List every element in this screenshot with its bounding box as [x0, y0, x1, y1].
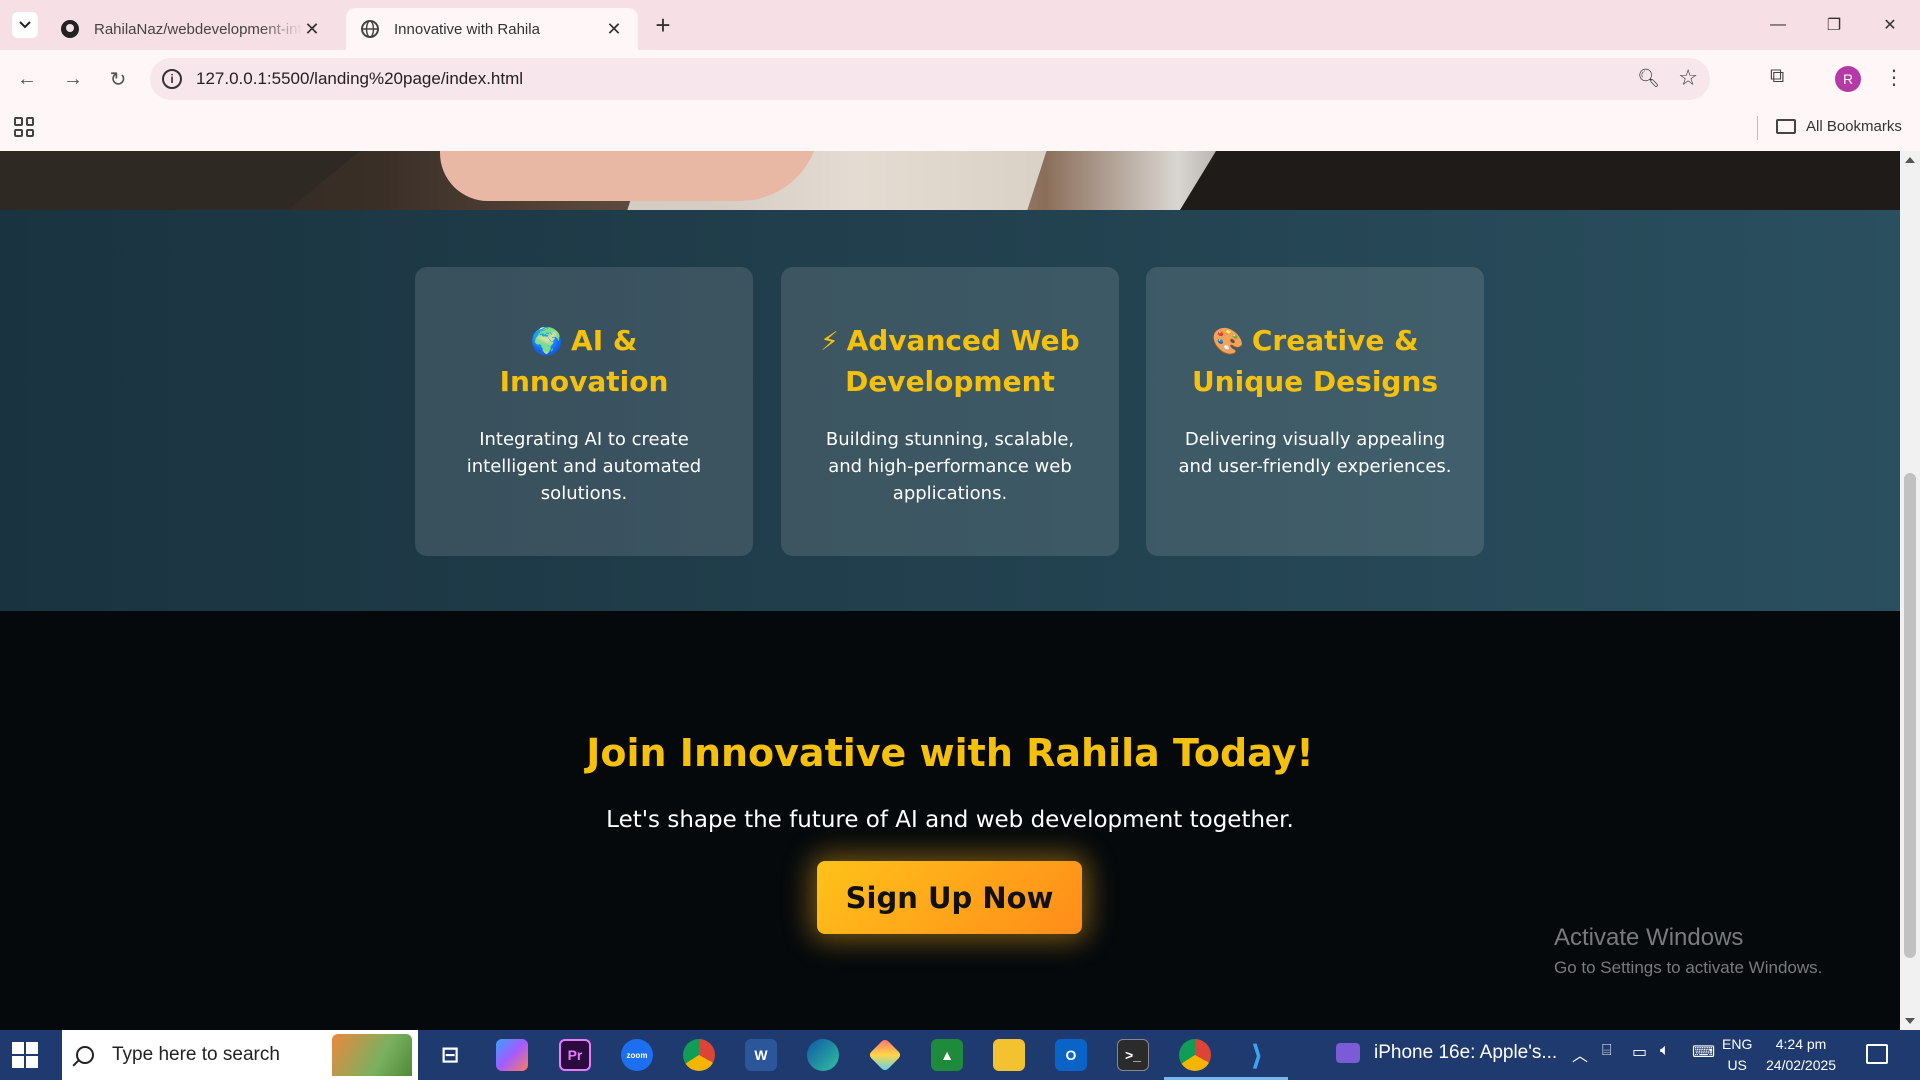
windows-start-icon[interactable] [12, 1042, 38, 1068]
all-bookmarks-button[interactable]: All Bookmarks [1776, 118, 1902, 135]
tab-title: Innovative with Rahila [394, 20, 540, 38]
feature-description: Building stunning, scalable, and high-pe… [825, 429, 1075, 504]
network-icon[interactable]: ⌸ [1602, 1042, 1612, 1060]
apps-grid-icon[interactable] [14, 117, 34, 137]
media-play-icon [1336, 1043, 1360, 1063]
search-highlight-image [332, 1034, 412, 1076]
feature-title: ⚡ Advanced Web Development [820, 324, 1080, 398]
close-tab-icon[interactable]: ✕ [302, 19, 322, 39]
hero-image [0, 151, 1900, 211]
feature-card: 🌍 AI & Innovation Integrating AI to creat… [415, 267, 753, 556]
input-icon[interactable]: ⌨︎ [1692, 1042, 1715, 1062]
notification-icon[interactable] [1866, 1044, 1888, 1064]
minimize-icon[interactable]: — [1758, 10, 1798, 40]
volume-icon[interactable]: 🔈︎ [1660, 1042, 1670, 1060]
chevron-up-icon[interactable]: ︿ [1572, 1042, 1588, 1066]
close-window-icon[interactable]: ✕ [1870, 10, 1910, 40]
profile-avatar[interactable]: R [1835, 66, 1861, 92]
premiere-pro-icon[interactable]: Pr [559, 1039, 591, 1071]
word-icon[interactable]: W [745, 1039, 777, 1071]
media-widget[interactable]: iPhone 16e: Apple's... [1336, 1042, 1557, 1064]
bookmark-star-icon[interactable]: ☆ [1678, 65, 1698, 91]
tab-github[interactable]: RahilaNaz/webdevelopment-internship ✕ [46, 8, 336, 50]
reload-icon[interactable]: ↻ [103, 64, 133, 94]
edge-icon[interactable] [807, 1039, 839, 1071]
globe-icon [360, 19, 380, 39]
time-text: 4:24 pm [1775, 1036, 1827, 1052]
address-bar[interactable]: i 127.0.0.1:5500/landing%20page/index.ht… [150, 58, 1710, 100]
clock[interactable]: 4:24 pm 24/02/2025 [1766, 1034, 1836, 1076]
bookmarks-bar: All Bookmarks [0, 108, 1920, 151]
forward-icon[interactable]: → [58, 64, 88, 94]
features-section: 🌍 AI & Innovation Integrating AI to creat… [0, 210, 1900, 611]
chevron-down-icon [19, 21, 31, 29]
url-text[interactable]: 127.0.0.1:5500/landing%20page/index.html [196, 69, 523, 89]
feature-description: Integrating AI to create intelligent and… [466, 429, 702, 504]
close-tab-icon[interactable]: ✕ [604, 19, 624, 39]
feature-title: 🌍 AI & Innovation [499, 324, 669, 398]
language-indicator[interactable]: ENG US [1722, 1034, 1752, 1076]
search-icon [76, 1046, 94, 1064]
chrome-active-icon[interactable] [1179, 1039, 1211, 1071]
lightning-icon: ⚡ [820, 327, 839, 357]
back-icon[interactable]: ← [12, 64, 42, 94]
battery-icon[interactable]: ▭ [1632, 1042, 1647, 1062]
vscode-icon[interactable]: ⟩ [1241, 1039, 1273, 1071]
folder-icon [1776, 119, 1796, 134]
globe-icon: 🌍 [530, 327, 564, 357]
restore-icon[interactable]: ❐ [1814, 10, 1854, 40]
media-title: iPhone 16e: Apple's... [1374, 1042, 1558, 1063]
terminal-icon[interactable]: >_ [1117, 1039, 1149, 1071]
cta-heading: Join Innovative with Rahila Today! [586, 731, 1314, 775]
copilot-icon[interactable] [496, 1039, 528, 1071]
zoom-icon[interactable]: zoom [621, 1039, 653, 1071]
divider [1757, 116, 1758, 140]
outlook-icon[interactable]: O [1055, 1039, 1087, 1071]
browser-toolbar: ← → ↻ i 127.0.0.1:5500/landing%20page/in… [0, 50, 1920, 108]
menu-icon[interactable]: ⋮ [1884, 65, 1904, 90]
page-viewport: 🌍 AI & Innovation Integrating AI to creat… [0, 151, 1900, 1030]
windows-taskbar: Type here to search ⊟ Pr zoom W ▲ O >_ ⟩… [0, 1030, 1920, 1080]
photos-icon[interactable]: ▲ [931, 1039, 963, 1071]
file-explorer-icon[interactable] [993, 1039, 1025, 1071]
chrome-icon[interactable] [683, 1039, 715, 1071]
tab-search-button[interactable] [12, 12, 38, 38]
scroll-thumb[interactable] [1904, 473, 1916, 958]
sign-up-button[interactable]: Sign Up Now [817, 861, 1082, 934]
task-view-icon[interactable]: ⊟ [434, 1039, 466, 1071]
feature-title: 🎨 Creative & Unique Designs [1191, 324, 1439, 398]
date-text: 24/02/2025 [1766, 1057, 1837, 1073]
app-diamond-icon[interactable] [868, 1038, 902, 1072]
taskbar-search[interactable]: Type here to search [62, 1030, 418, 1080]
palette-icon: 🎨 [1211, 327, 1244, 357]
feature-card: 🎨 Creative & Unique Designs Delivering vi… [1146, 267, 1484, 556]
feature-card: ⚡ Advanced Web Development Building stunn… [781, 267, 1119, 556]
github-icon [60, 19, 80, 39]
tab-active[interactable]: Innovative with Rahila ✕ [346, 8, 638, 50]
all-bookmarks-label: All Bookmarks [1806, 118, 1902, 135]
tab-strip: RahilaNaz/webdevelopment-internship ✕ In… [0, 0, 1920, 50]
scroll-down-arrow[interactable] [1905, 1018, 1915, 1024]
cta-subtext: Let's shape the future of AI and web dev… [606, 807, 1294, 833]
feature-description: Delivering visually appealing and user-f… [1178, 429, 1452, 477]
tab-title: RahilaNaz/webdevelopment-internship [94, 20, 302, 38]
extensions-icon[interactable]: ⧉ [1770, 65, 1784, 88]
activate-windows-watermark: Activate Windows Go to Settings to activ… [1554, 924, 1823, 977]
scroll-up-arrow[interactable] [1905, 157, 1915, 163]
page-scrollbar[interactable] [1900, 151, 1920, 1030]
search-placeholder: Type here to search [112, 1044, 280, 1065]
site-info-icon[interactable]: i [162, 69, 182, 89]
new-tab-button[interactable]: + [650, 12, 676, 38]
zoom-icon[interactable]: 🔍︎ [1637, 68, 1660, 89]
